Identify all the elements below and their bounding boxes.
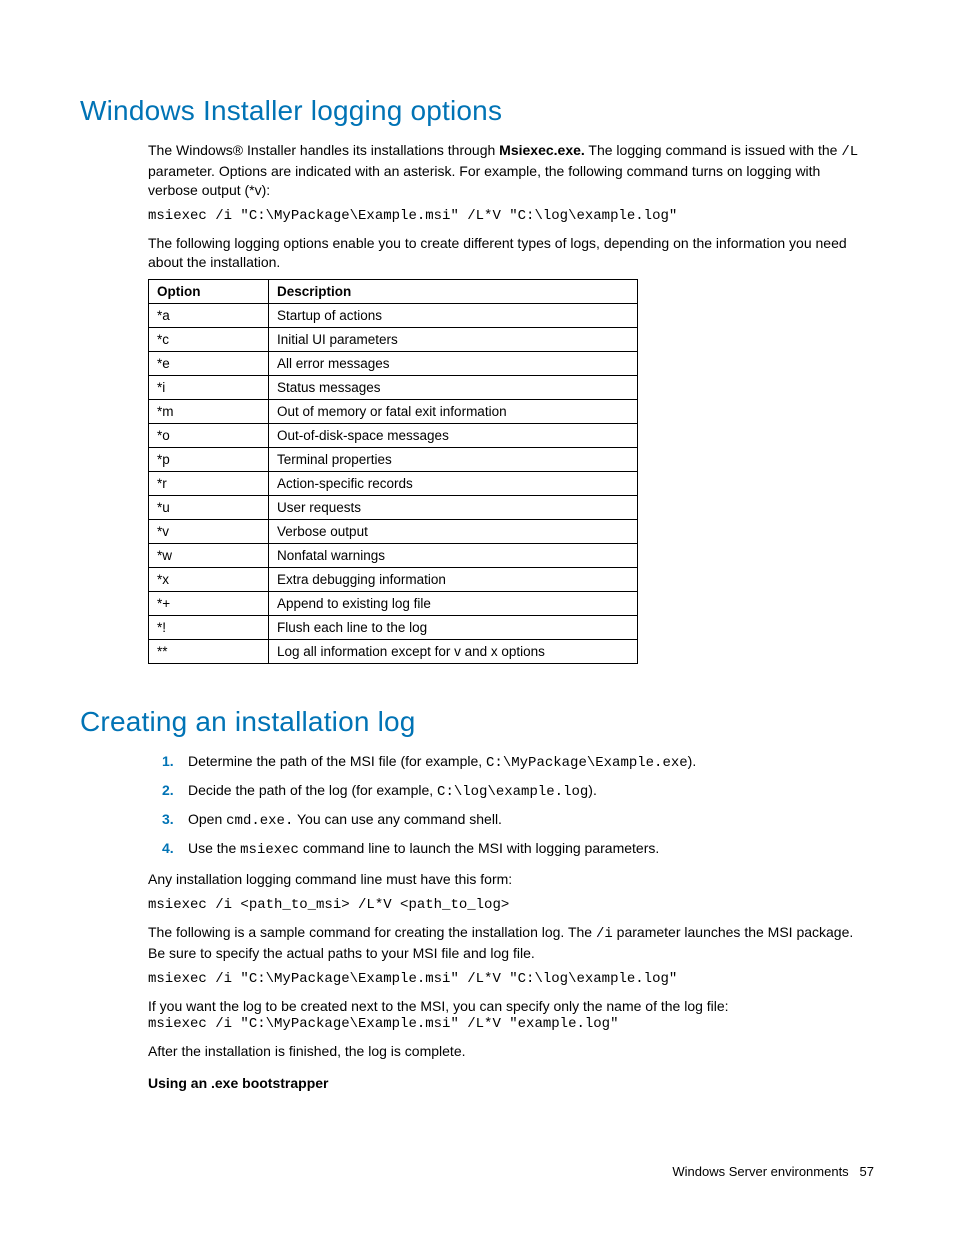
option-cell: *e — [149, 352, 269, 376]
table-row: *aStartup of actions — [149, 304, 638, 328]
section2-body: Determine the path of the MSI file (for … — [148, 752, 874, 1093]
step-code: C:\log\example.log — [437, 784, 588, 800]
option-cell: *p — [149, 448, 269, 472]
form-intro-paragraph: Any installation logging command line mu… — [148, 870, 874, 889]
step-text-post: ). — [588, 782, 597, 798]
description-cell: Status messages — [269, 376, 638, 400]
intro-text-3: parameter. Options are indicated with an… — [148, 163, 820, 198]
list-item: Decide the path of the log (for example,… — [148, 781, 874, 802]
intro-code: /L — [841, 144, 858, 160]
step-text-pre: Determine the path of the MSI file (for … — [188, 753, 486, 769]
footer-text: Windows Server environments — [672, 1164, 848, 1179]
option-cell: *w — [149, 544, 269, 568]
table-row: *wNonfatal warnings — [149, 544, 638, 568]
description-cell: All error messages — [269, 352, 638, 376]
form-code-line: msiexec /i <path_to_msi> /L*V <path_to_l… — [148, 897, 874, 913]
description-cell: Startup of actions — [269, 304, 638, 328]
list-item: Determine the path of the MSI file (for … — [148, 752, 874, 773]
table-row: *oOut-of-disk-space messages — [149, 424, 638, 448]
next-to-msi-code: msiexec /i "C:\MyPackage\Example.msi" /L… — [148, 1016, 874, 1032]
description-cell: Extra debugging information — [269, 568, 638, 592]
description-cell: Log all information except for v and x o… — [269, 640, 638, 664]
description-cell: Terminal properties — [269, 448, 638, 472]
table-row: *rAction-specific records — [149, 472, 638, 496]
description-cell: Verbose output — [269, 520, 638, 544]
intro-text-2: The logging command is issued with the — [585, 142, 842, 158]
table-row: *+Append to existing log file — [149, 592, 638, 616]
description-cell: Append to existing log file — [269, 592, 638, 616]
after-paragraph: After the installation is finished, the … — [148, 1042, 874, 1061]
installation-steps-list: Determine the path of the MSI file (for … — [148, 752, 874, 860]
step-text-post: You can use any command shell. — [293, 811, 502, 827]
step-code: C:\MyPackage\Example.exe — [486, 755, 688, 771]
section-heading-creating-log: Creating an installation log — [80, 706, 874, 738]
option-cell: *i — [149, 376, 269, 400]
document-page: Windows Installer logging options The Wi… — [0, 0, 954, 1235]
option-cell: *x — [149, 568, 269, 592]
next-to-msi-paragraph: If you want the log to be created next t… — [148, 997, 874, 1016]
step-code: cmd.exe. — [226, 813, 293, 829]
sample-code-inline: /i — [596, 926, 613, 942]
table-row: *eAll error messages — [149, 352, 638, 376]
option-cell: ** — [149, 640, 269, 664]
option-cell: *! — [149, 616, 269, 640]
option-cell: *u — [149, 496, 269, 520]
description-cell: Action-specific records — [269, 472, 638, 496]
table-row: *vVerbose output — [149, 520, 638, 544]
option-cell: *o — [149, 424, 269, 448]
table-row: **Log all information except for v and x… — [149, 640, 638, 664]
list-item: Open cmd.exe. You can use any command sh… — [148, 810, 874, 831]
table-header-row: Option Description — [149, 280, 638, 304]
intro-paragraph: The Windows® Installer handles its insta… — [148, 141, 874, 200]
intro-bold: Msiexec.exe. — [499, 142, 585, 158]
table-row: *!Flush each line to the log — [149, 616, 638, 640]
table-row: *cInitial UI parameters — [149, 328, 638, 352]
table-row: *iStatus messages — [149, 376, 638, 400]
description-cell: User requests — [269, 496, 638, 520]
option-cell: *+ — [149, 592, 269, 616]
option-cell: *v — [149, 520, 269, 544]
option-cell: *c — [149, 328, 269, 352]
table-row: *uUser requests — [149, 496, 638, 520]
section1-body: The Windows® Installer handles its insta… — [148, 141, 874, 664]
table-header-option: Option — [149, 280, 269, 304]
step-text-post: ). — [688, 753, 697, 769]
description-cell: Flush each line to the log — [269, 616, 638, 640]
list-item: Use the msiexec command line to launch t… — [148, 839, 874, 860]
page-footer: Windows Server environments 57 — [672, 1164, 874, 1179]
table-header-description: Description — [269, 280, 638, 304]
option-cell: *r — [149, 472, 269, 496]
options-table: Option Description *aStartup of actions*… — [148, 279, 638, 664]
sample-text-1: The following is a sample command for cr… — [148, 924, 596, 940]
option-cell: *a — [149, 304, 269, 328]
intro-text-1: The Windows® Installer handles its insta… — [148, 142, 499, 158]
code-example-1: msiexec /i "C:\MyPackage\Example.msi" /L… — [148, 208, 874, 224]
subheading-bootstrapper: Using an .exe bootstrapper — [148, 1074, 874, 1093]
sample-command-line: msiexec /i "C:\MyPackage\Example.msi" /L… — [148, 971, 874, 987]
description-cell: Nonfatal warnings — [269, 544, 638, 568]
description-cell: Out of memory or fatal exit information — [269, 400, 638, 424]
description-cell: Initial UI parameters — [269, 328, 638, 352]
footer-page-number: 57 — [860, 1164, 874, 1179]
table-row: *xExtra debugging information — [149, 568, 638, 592]
step-text-pre: Use the — [188, 840, 240, 856]
description-cell: Out-of-disk-space messages — [269, 424, 638, 448]
followup-paragraph: The following logging options enable you… — [148, 234, 874, 272]
step-code: msiexec — [240, 842, 299, 858]
step-text-pre: Open — [188, 811, 226, 827]
table-row: *pTerminal properties — [149, 448, 638, 472]
step-text-pre: Decide the path of the log (for example, — [188, 782, 437, 798]
table-row: *mOut of memory or fatal exit informatio… — [149, 400, 638, 424]
option-cell: *m — [149, 400, 269, 424]
section-heading-logging-options: Windows Installer logging options — [80, 95, 874, 127]
step-text-post: command line to launch the MSI with logg… — [299, 840, 659, 856]
sample-paragraph: The following is a sample command for cr… — [148, 923, 874, 963]
